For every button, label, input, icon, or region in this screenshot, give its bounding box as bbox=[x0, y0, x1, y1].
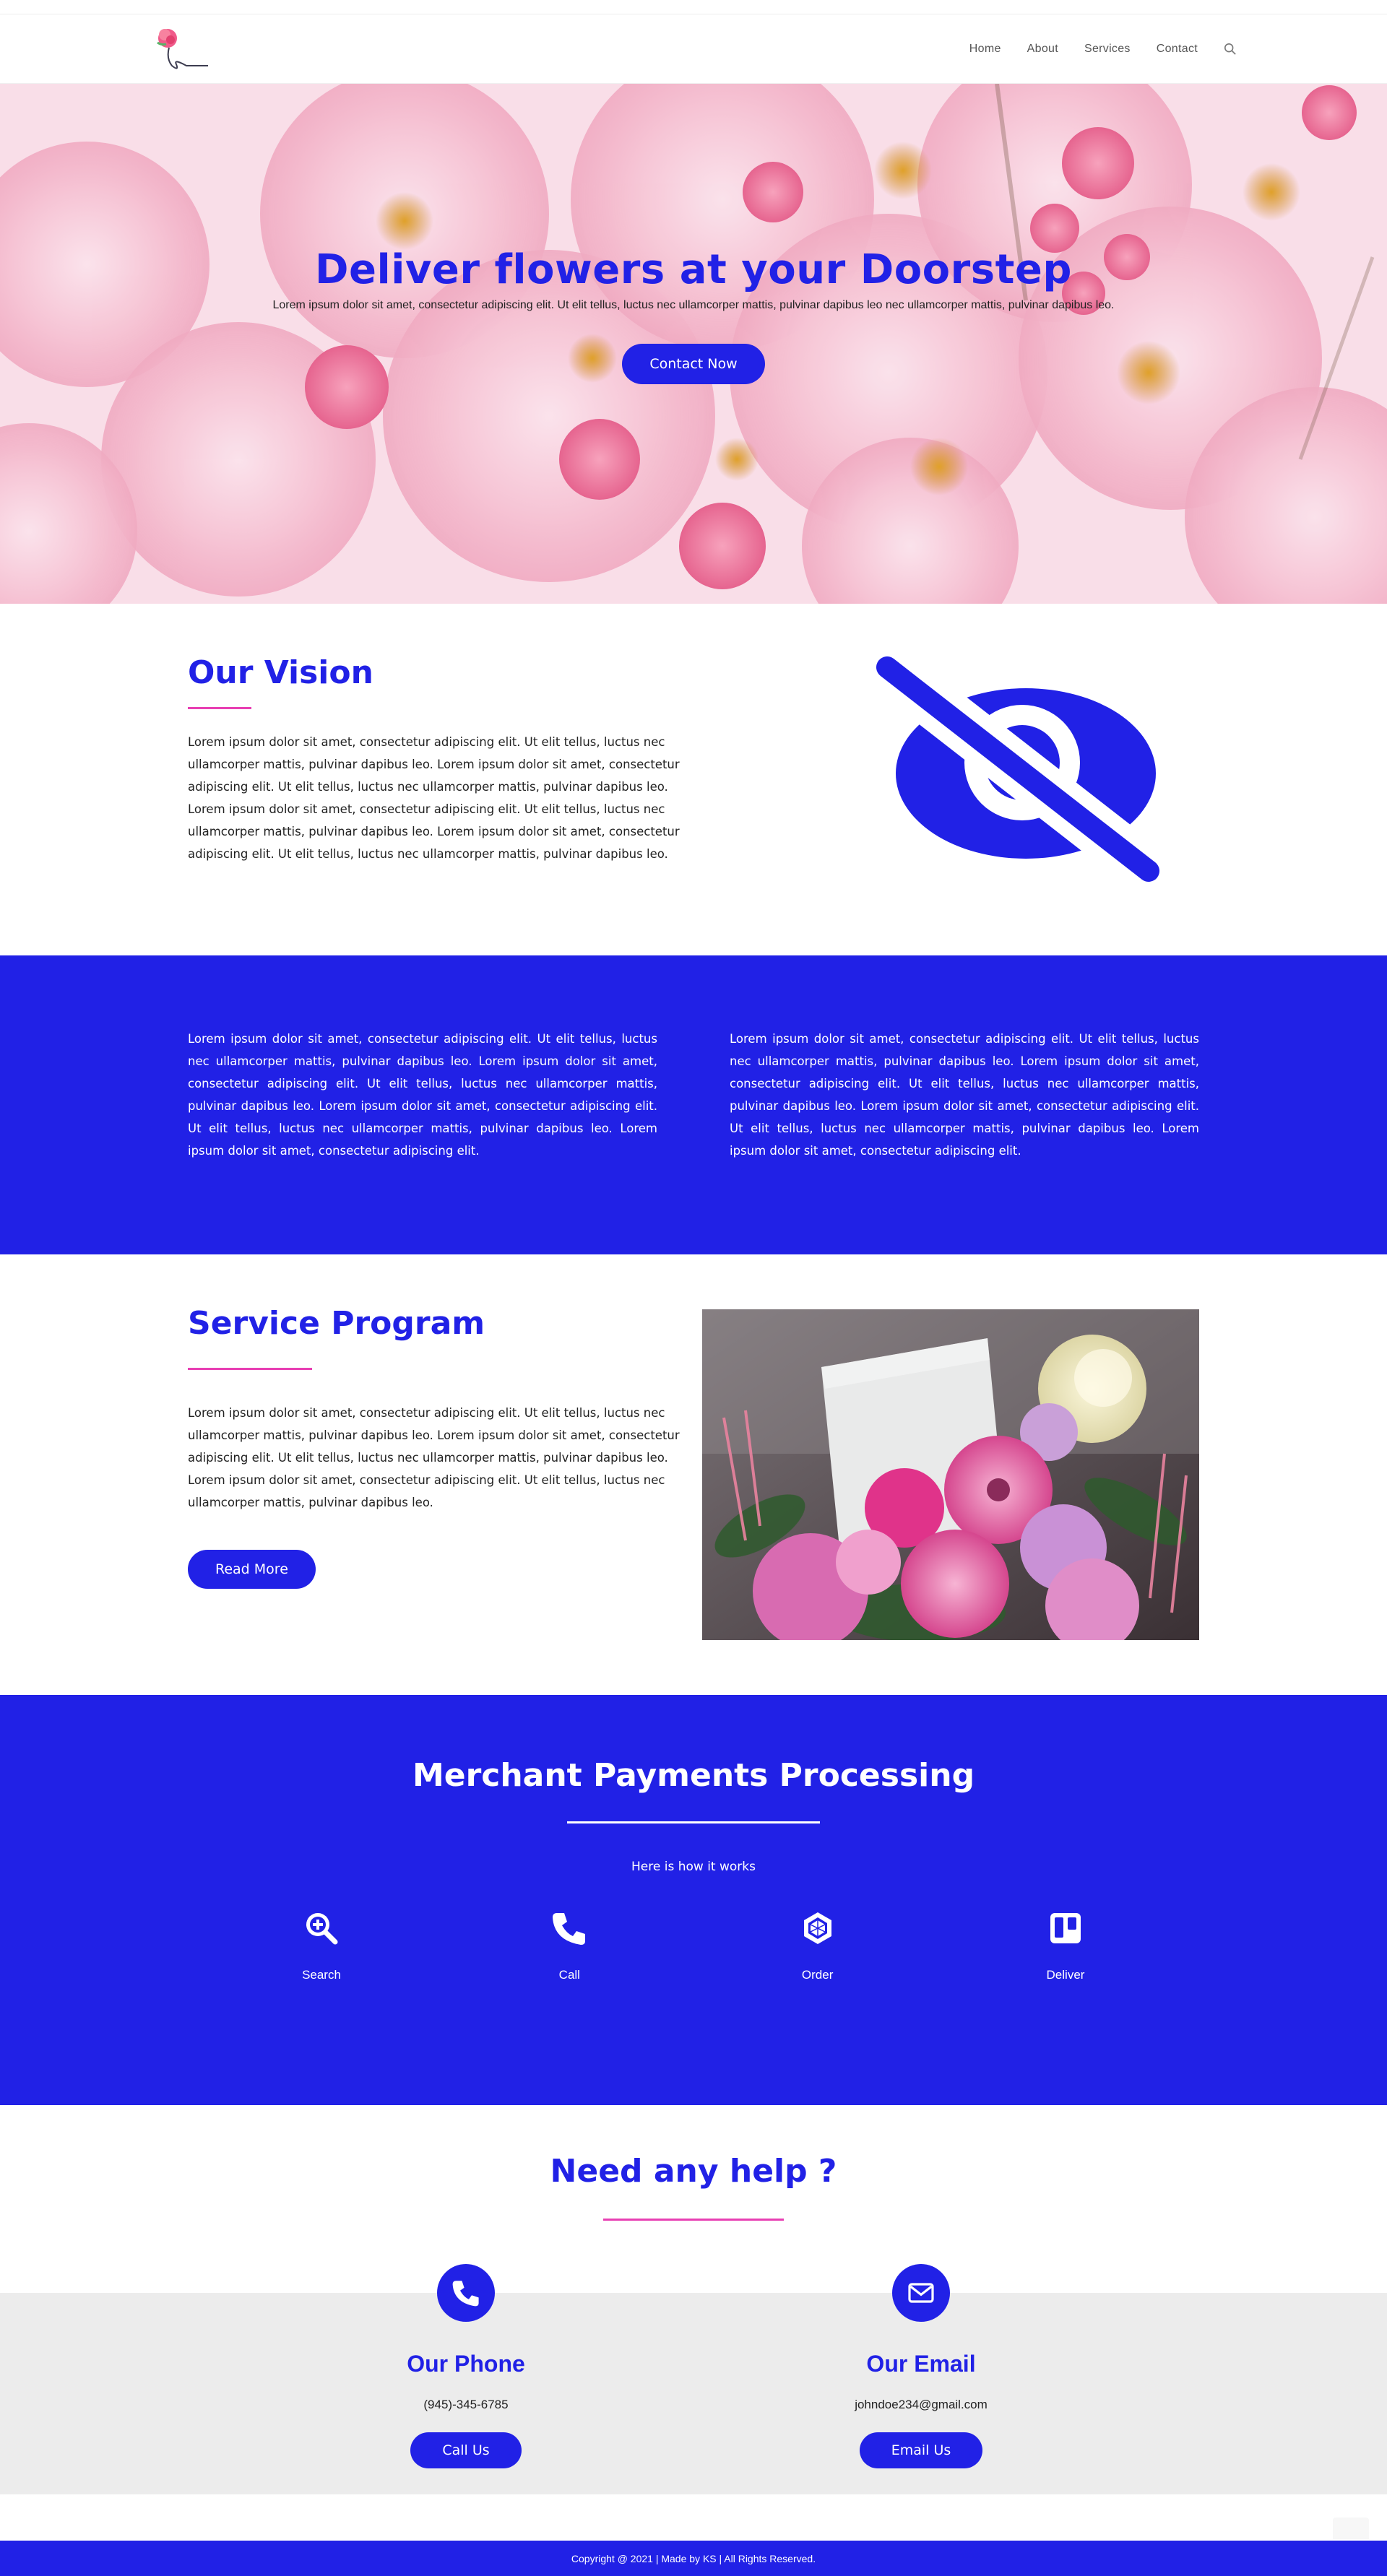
text-band-section: Lorem ipsum dolor sit amet, consectetur … bbox=[0, 955, 1387, 1254]
service-text: Lorem ipsum dolor sit amet, consectetur … bbox=[188, 1406, 680, 1509]
search-plus-icon bbox=[306, 1913, 338, 1945]
vision-title: Our Vision bbox=[188, 654, 373, 691]
hexagon-icon bbox=[803, 1912, 831, 1944]
scroll-to-top-button[interactable] bbox=[1333, 2518, 1369, 2539]
top-strip bbox=[0, 0, 1387, 14]
phone-icon bbox=[553, 1913, 586, 1945]
trello-icon bbox=[1050, 1913, 1081, 1943]
steps-row: Search Call Order Deliver bbox=[0, 1910, 1387, 1982]
contact-now-button[interactable]: Contact Now bbox=[622, 343, 765, 384]
email-circle bbox=[892, 2264, 950, 2322]
help-heading: Need any help ? bbox=[0, 2105, 1387, 2293]
step-search[interactable]: Search bbox=[289, 1910, 354, 1982]
service-image-column bbox=[702, 1254, 1199, 1695]
help-cards: Our Phone (945)-345-6785 Call Us Our Ema… bbox=[0, 2264, 1387, 2494]
step-order-label: Order bbox=[801, 1968, 834, 1982]
band-left-text: Lorem ipsum dolor sit amet, consectetur … bbox=[188, 1032, 657, 1158]
phone-icon bbox=[452, 2281, 479, 2307]
vision-text-column: Our Vision Lorem ipsum dolor sit amet, c… bbox=[188, 604, 686, 865]
envelope-icon bbox=[908, 2283, 934, 2303]
help-title: Need any help ? bbox=[550, 2153, 837, 2190]
flower-bouquet-photo bbox=[702, 1309, 1199, 1652]
service-text-column: Service Program Lorem ipsum dolor sit am… bbox=[188, 1254, 680, 1695]
service-title: Service Program bbox=[188, 1305, 485, 1342]
phone-number: (945)-345-6785 bbox=[423, 2398, 509, 2411]
band-left-column: Lorem ipsum dolor sit amet, consectetur … bbox=[188, 955, 657, 1162]
merchant-title: Merchant Payments Processing bbox=[412, 1757, 975, 1794]
copyright-text: Copyright @ 2021 | Made by KS | All Righ… bbox=[571, 2552, 816, 2564]
service-section: Service Program Lorem ipsum dolor sit am… bbox=[0, 1254, 1387, 1695]
email-address: johndoe234@gmail.com bbox=[855, 2398, 988, 2411]
site-header: Home About Services Contact bbox=[0, 14, 1387, 84]
merchant-underline bbox=[567, 1821, 820, 1823]
hero-title: Deliver flowers at your Doorstep bbox=[315, 246, 1072, 293]
merchant-section: Merchant Payments Processing Here is how… bbox=[0, 1695, 1387, 2105]
nav-services[interactable]: Services bbox=[1084, 43, 1131, 56]
phone-card-title: Our Phone bbox=[407, 2351, 525, 2377]
phone-circle bbox=[437, 2264, 495, 2322]
vision-icon-column bbox=[686, 604, 1199, 885]
rose-logo-icon bbox=[157, 28, 208, 69]
merchant-subtitle: Here is how it works bbox=[631, 1860, 756, 1874]
vision-text: Lorem ipsum dolor sit amet, consectetur … bbox=[188, 735, 680, 861]
vision-section: Our Vision Lorem ipsum dolor sit amet, c… bbox=[0, 604, 1387, 955]
nav-contact[interactable]: Contact bbox=[1157, 43, 1198, 56]
help-section: Need any help ? Our Phone (945)-345-6785… bbox=[0, 2105, 1387, 2541]
step-search-label: Search bbox=[302, 1968, 341, 1982]
hero-subtitle: Lorem ipsum dolor sit amet, consectetur … bbox=[272, 298, 1115, 311]
step-deliver[interactable]: Deliver bbox=[1033, 1910, 1098, 1982]
logo[interactable] bbox=[150, 20, 222, 78]
email-card-title: Our Email bbox=[866, 2351, 976, 2377]
step-call[interactable]: Call bbox=[537, 1910, 602, 1982]
service-underline bbox=[188, 1368, 312, 1370]
search-icon[interactable] bbox=[1224, 43, 1237, 56]
hero-content: Deliver flowers at your Doorstep Lorem i… bbox=[272, 246, 1115, 384]
nav-about[interactable]: About bbox=[1027, 43, 1058, 56]
call-us-button[interactable]: Call Us bbox=[410, 2432, 522, 2468]
email-us-button[interactable]: Email Us bbox=[859, 2432, 983, 2468]
help-underline bbox=[603, 2219, 784, 2221]
nav-home[interactable]: Home bbox=[969, 43, 1001, 56]
main-nav: Home About Services Contact bbox=[969, 43, 1237, 56]
email-card: Our Email johndoe234@gmail.com Email Us bbox=[777, 2264, 1066, 2494]
vision-underline bbox=[188, 707, 251, 709]
eye-slash-icon bbox=[874, 654, 1163, 885]
site-footer: Copyright @ 2021 | Made by KS | All Righ… bbox=[0, 2541, 1387, 2576]
band-right-text: Lorem ipsum dolor sit amet, consectetur … bbox=[730, 1032, 1199, 1158]
read-more-button[interactable]: Read More bbox=[188, 1550, 316, 1589]
step-deliver-label: Deliver bbox=[1046, 1968, 1085, 1982]
step-call-label: Call bbox=[558, 1968, 580, 1982]
hero-section: Deliver flowers at your Doorstep Lorem i… bbox=[0, 84, 1387, 604]
band-right-column: Lorem ipsum dolor sit amet, consectetur … bbox=[730, 955, 1199, 1162]
phone-card: Our Phone (945)-345-6785 Call Us bbox=[321, 2264, 610, 2494]
step-order[interactable]: Order bbox=[785, 1910, 850, 1982]
footer-gap bbox=[0, 2494, 1387, 2541]
